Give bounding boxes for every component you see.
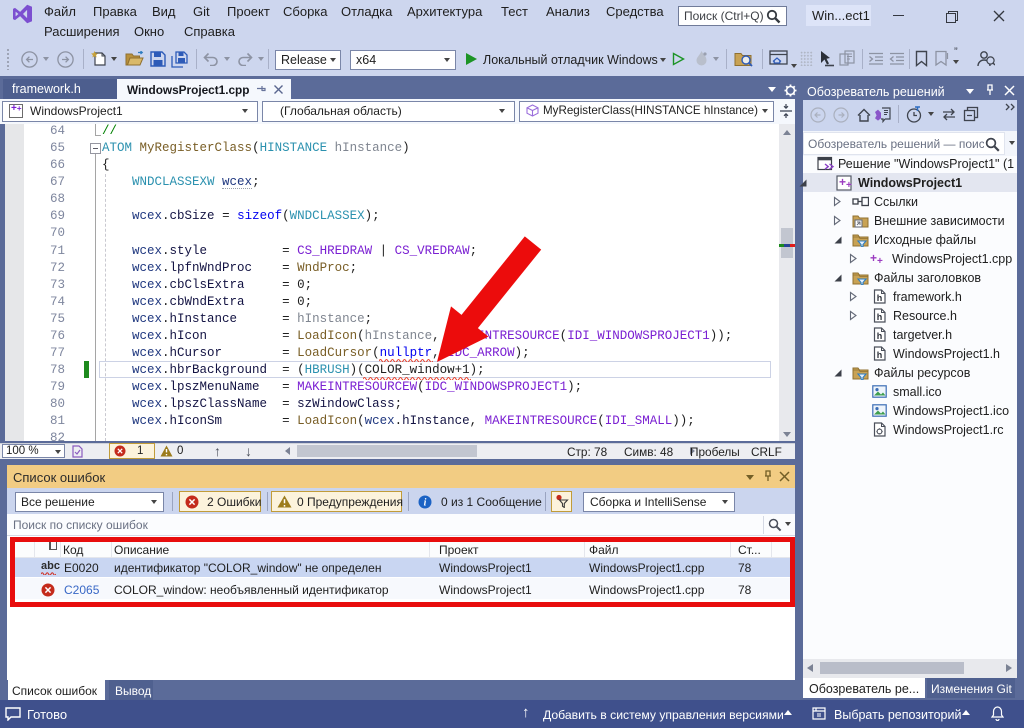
svg-text:h: h — [877, 350, 883, 360]
svg-text:h: h — [877, 331, 883, 341]
svg-text:h: h — [877, 293, 883, 303]
svg-text:h: h — [877, 312, 883, 322]
svg-text:i: i — [424, 498, 427, 509]
